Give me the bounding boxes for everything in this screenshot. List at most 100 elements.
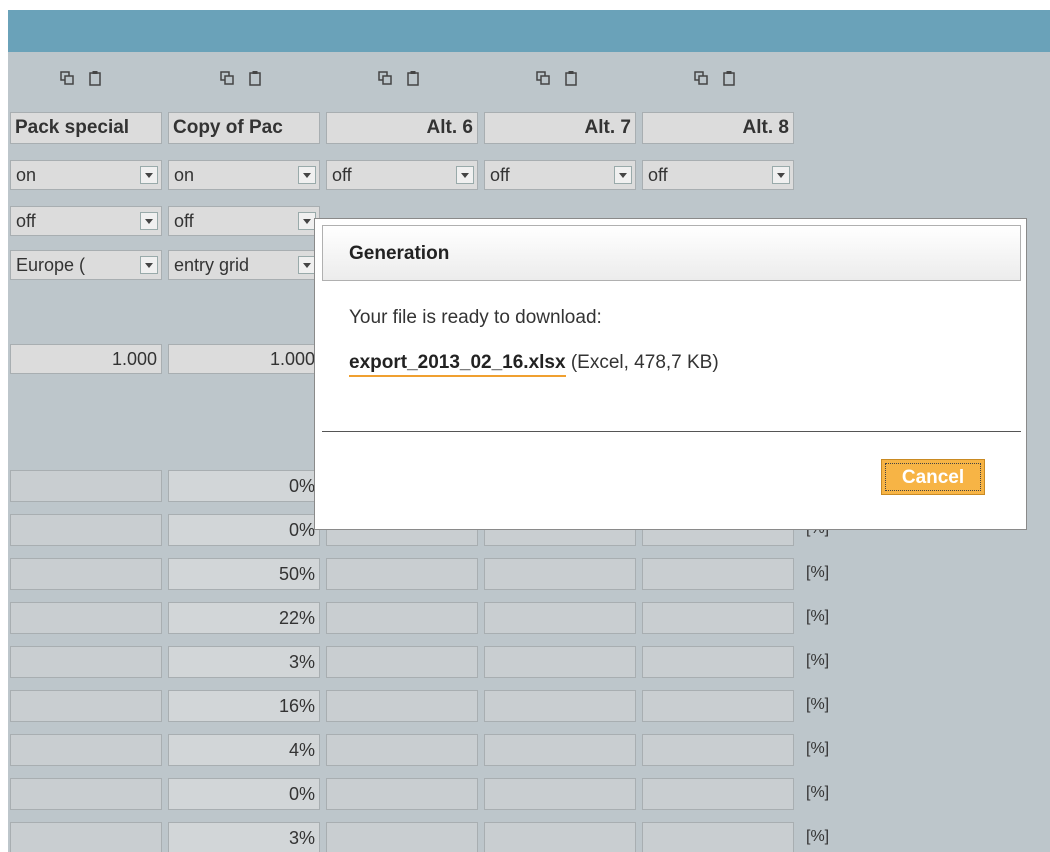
select-value: on: [16, 165, 37, 185]
chevron-down-icon[interactable]: [614, 166, 632, 184]
chevron-down-icon[interactable]: [140, 256, 158, 274]
cancel-button[interactable]: Cancel: [881, 459, 985, 495]
percentage-cell[interactable]: [326, 558, 478, 590]
column-header-1[interactable]: Pack special: [10, 112, 162, 144]
percentage-cell[interactable]: [484, 734, 636, 766]
generation-dialog: Generation Your file is ready to downloa…: [314, 218, 1027, 530]
select-value: off: [332, 165, 352, 185]
percentage-cell[interactable]: [326, 822, 478, 852]
chevron-down-icon[interactable]: [772, 166, 790, 184]
percentage-cell[interactable]: 0%: [168, 470, 320, 502]
column-4-actions: [536, 68, 578, 88]
percentage-cell[interactable]: 4%: [168, 734, 320, 766]
percentage-cell[interactable]: [326, 690, 478, 722]
dialog-message: Your file is ready to download:: [349, 307, 602, 328]
grid-select[interactable]: entry grid: [168, 250, 320, 280]
percentage-cell[interactable]: [484, 690, 636, 722]
option-select[interactable]: off: [10, 206, 162, 236]
option-select[interactable]: off: [168, 206, 320, 236]
select-value: entry grid: [174, 255, 250, 275]
select-value: Europe (: [16, 255, 86, 275]
status-select[interactable]: off: [484, 160, 636, 190]
percentage-cell[interactable]: 0%: [168, 778, 320, 810]
percentage-cell[interactable]: [642, 822, 794, 852]
column-1-actions: [60, 68, 102, 88]
dialog-title: Generation: [322, 225, 1021, 281]
paste-icon[interactable]: [248, 70, 262, 86]
percentage-cell[interactable]: 16%: [168, 690, 320, 722]
copy-icon[interactable]: [536, 71, 550, 85]
column-header-2[interactable]: Copy of Pac: [168, 112, 320, 144]
region-select[interactable]: Europe (: [10, 250, 162, 280]
copy-icon[interactable]: [378, 71, 392, 85]
percentage-cell[interactable]: [484, 602, 636, 634]
paste-icon[interactable]: [722, 70, 736, 86]
percentage-cell[interactable]: [10, 558, 162, 590]
percentage-cell[interactable]: [10, 734, 162, 766]
unit-label: [%]: [806, 784, 830, 801]
percentage-cell[interactable]: [484, 822, 636, 852]
download-row: export_2013_02_16.xlsx (Excel, 478,7 KB): [349, 352, 719, 377]
select-value: off: [16, 211, 36, 231]
percentage-cell[interactable]: [642, 734, 794, 766]
chevron-down-icon[interactable]: [140, 212, 158, 230]
percentage-cell[interactable]: [642, 602, 794, 634]
percentage-cell[interactable]: [10, 646, 162, 678]
status-select[interactable]: off: [326, 160, 478, 190]
percentage-cell[interactable]: [326, 778, 478, 810]
column-header-5[interactable]: Alt. 8: [642, 112, 794, 144]
page: Pack special Copy of Pac Alt. 6 Alt. 7 A…: [8, 10, 1050, 852]
percentage-cell[interactable]: [10, 690, 162, 722]
paste-icon[interactable]: [406, 70, 420, 86]
unit-label: [%]: [806, 608, 830, 625]
status-select[interactable]: on: [10, 160, 162, 190]
percentage-cell[interactable]: [326, 734, 478, 766]
column-header-3[interactable]: Alt. 6: [326, 112, 478, 144]
column-2-actions: [220, 68, 262, 88]
unit-label: [%]: [806, 564, 830, 581]
column-header-4[interactable]: Alt. 7: [484, 112, 636, 144]
top-bar: [8, 10, 1050, 52]
percentage-cell[interactable]: 0%: [168, 514, 320, 546]
percentage-cell[interactable]: 3%: [168, 822, 320, 852]
file-info: (Excel, 478,7 KB): [565, 352, 719, 373]
percentage-cell[interactable]: [642, 778, 794, 810]
percentage-cell[interactable]: [484, 646, 636, 678]
chevron-down-icon[interactable]: [456, 166, 474, 184]
percentage-cell[interactable]: [10, 470, 162, 502]
percentage-cell[interactable]: [484, 778, 636, 810]
paste-icon[interactable]: [564, 70, 578, 86]
select-value: on: [174, 165, 195, 185]
percentage-cell[interactable]: [326, 646, 478, 678]
status-select[interactable]: on: [168, 160, 320, 190]
quantity-input[interactable]: 1.000: [10, 344, 162, 374]
copy-icon[interactable]: [220, 71, 234, 85]
status-select[interactable]: off: [642, 160, 794, 190]
percentage-cell[interactable]: [642, 690, 794, 722]
download-link[interactable]: export_2013_02_16.xlsx: [349, 352, 566, 377]
percentage-cell[interactable]: [326, 602, 478, 634]
percentage-cell[interactable]: 50%: [168, 558, 320, 590]
percentage-cell[interactable]: [10, 602, 162, 634]
copy-icon[interactable]: [60, 71, 74, 85]
percentage-cell[interactable]: [484, 558, 636, 590]
select-value: off: [174, 211, 194, 231]
select-value: off: [648, 165, 668, 185]
unit-label: [%]: [806, 652, 830, 669]
paste-icon[interactable]: [88, 70, 102, 86]
chevron-down-icon[interactable]: [298, 166, 316, 184]
percentage-cell[interactable]: [10, 778, 162, 810]
percentage-cell[interactable]: [10, 514, 162, 546]
unit-label: [%]: [806, 696, 830, 713]
percentage-cell[interactable]: [642, 558, 794, 590]
quantity-input[interactable]: 1.000: [168, 344, 320, 374]
column-5-actions: [694, 68, 736, 88]
percentage-cell[interactable]: 3%: [168, 646, 320, 678]
percentage-cell[interactable]: [10, 822, 162, 852]
percentage-cell[interactable]: [642, 646, 794, 678]
percentage-cell[interactable]: 22%: [168, 602, 320, 634]
chevron-down-icon[interactable]: [140, 166, 158, 184]
column-3-actions: [378, 68, 420, 88]
unit-label: [%]: [806, 740, 830, 757]
copy-icon[interactable]: [694, 71, 708, 85]
